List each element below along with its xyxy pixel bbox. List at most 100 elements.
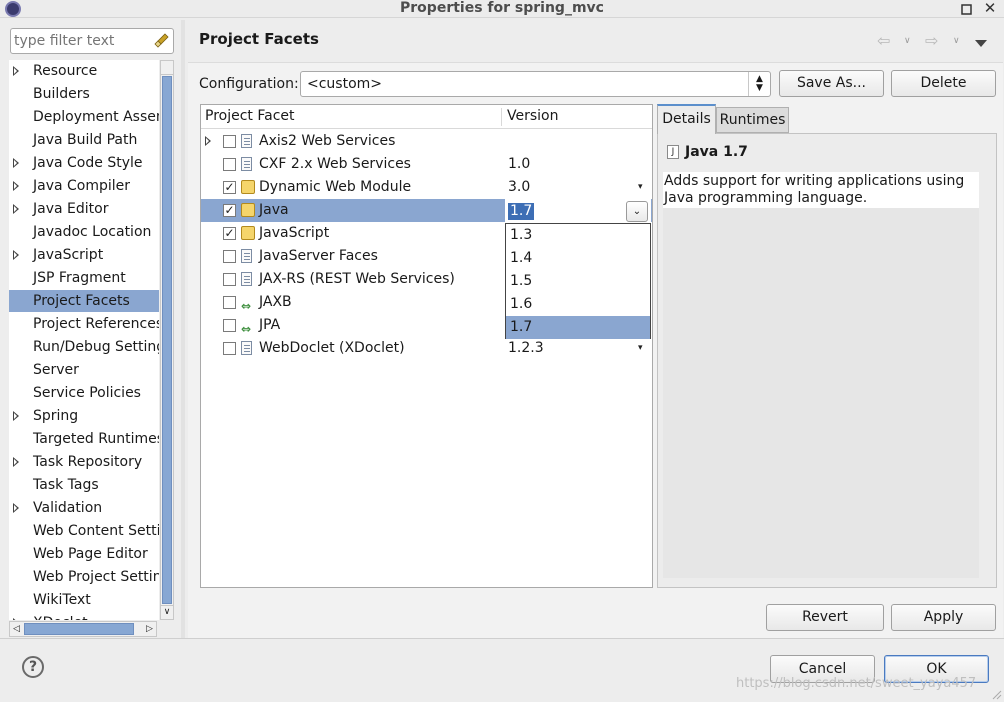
- tab-details[interactable]: Details: [657, 104, 716, 134]
- facet-checkbox[interactable]: [223, 135, 236, 148]
- expand-arrow-icon[interactable]: [13, 204, 19, 214]
- view-menu-icon[interactable]: [975, 40, 987, 47]
- version-option[interactable]: 1.7: [506, 316, 650, 339]
- facet-row[interactable]: ✓ Dynamic Web Module 3.0 ▾: [201, 176, 652, 199]
- sidebar-item[interactable]: Server: [9, 359, 159, 381]
- column-header-project-facet[interactable]: Project Facet: [205, 108, 295, 124]
- facet-checkbox[interactable]: [223, 250, 236, 263]
- version-combo-editor[interactable]: 1.7 ⌄: [505, 199, 651, 223]
- column-separator[interactable]: [501, 108, 502, 126]
- facet-row[interactable]: CXF 2.x Web Services 1.0: [201, 153, 652, 176]
- version-dropdown-list[interactable]: 1.3 1.4 1.5 1.6 1.7: [505, 223, 651, 339]
- revert-button[interactable]: Revert: [766, 604, 884, 631]
- version-editor-value[interactable]: 1.7: [508, 203, 535, 220]
- facet-checkbox[interactable]: ✓: [223, 181, 236, 194]
- sidebar-item[interactable]: JavaScript: [9, 244, 159, 266]
- expand-arrow-icon[interactable]: [13, 457, 19, 467]
- clear-filter-icon[interactable]: [153, 32, 170, 49]
- back-menu-chevron-icon[interactable]: ∨: [904, 36, 914, 46]
- sidebar-item[interactable]: Spring: [9, 405, 159, 427]
- scroll-right-arrow[interactable]: ▷: [143, 622, 156, 636]
- tab-runtimes[interactable]: Runtimes: [716, 107, 789, 133]
- close-icon[interactable]: ✕: [983, 0, 997, 18]
- sidebar-item[interactable]: Java Compiler: [9, 175, 159, 197]
- sidebar-item[interactable]: Task Repository: [9, 451, 159, 473]
- sidebar-item[interactable]: Task Tags: [9, 474, 159, 496]
- forward-menu-chevron-icon[interactable]: ∨: [953, 36, 963, 46]
- sidebar-item[interactable]: Javadoc Location: [9, 221, 159, 243]
- back-arrow-icon[interactable]: ⇦: [877, 33, 895, 49]
- sidebar-item[interactable]: Deployment Assem: [9, 106, 159, 128]
- version-option[interactable]: 1.5: [506, 270, 650, 293]
- facet-checkbox[interactable]: [223, 273, 236, 286]
- sidebar-item[interactable]: Service Policies: [9, 382, 159, 404]
- tree-vertical-scrollbar[interactable]: ∨: [160, 60, 174, 620]
- configuration-combo[interactable]: <custom> ▲ ▼: [300, 71, 771, 97]
- facet-checkbox[interactable]: ✓: [223, 204, 236, 217]
- expand-arrow-icon[interactable]: [13, 66, 19, 76]
- version-dropdown-icon[interactable]: ▾: [638, 337, 643, 360]
- expand-arrow-icon[interactable]: [13, 250, 19, 260]
- sidebar-item[interactable]: Web Content Settin: [9, 520, 159, 542]
- facet-version[interactable]: 1.0: [508, 153, 530, 176]
- sidebar-item[interactable]: Project References: [9, 313, 159, 335]
- forward-arrow-icon[interactable]: ⇨: [925, 33, 943, 49]
- version-option[interactable]: 1.4: [506, 247, 650, 270]
- sidebar-item[interactable]: Web Project Setting: [9, 566, 159, 588]
- facet-row[interactable]: Axis2 Web Services: [201, 130, 652, 153]
- sidebar-item[interactable]: Web Page Editor: [9, 543, 159, 565]
- expand-arrow-icon[interactable]: [13, 618, 19, 620]
- scroll-thumb-horizontal[interactable]: [24, 623, 134, 635]
- expand-arrow-icon[interactable]: [13, 411, 19, 421]
- facet-checkbox[interactable]: [223, 158, 236, 171]
- scroll-up-arrow[interactable]: [161, 61, 173, 75]
- save-as-button[interactable]: Save As...: [779, 70, 884, 97]
- pane-divider[interactable]: [181, 20, 185, 638]
- sidebar-item[interactable]: XDoclet: [9, 612, 159, 620]
- resize-grip-icon[interactable]: [990, 688, 1002, 700]
- sidebar-item[interactable]: Java Code Style: [9, 152, 159, 174]
- tree-horizontal-scrollbar[interactable]: ◁ ▷: [9, 621, 157, 637]
- sidebar-item[interactable]: Run/Debug Settings: [9, 336, 159, 358]
- scroll-thumb[interactable]: [162, 76, 172, 604]
- sidebar-item[interactable]: Validation: [9, 497, 159, 519]
- minimize-icon[interactable]: [961, 2, 973, 16]
- sidebar-item[interactable]: Java Editor: [9, 198, 159, 220]
- sidebar-item[interactable]: Resource: [9, 60, 159, 82]
- column-header-version[interactable]: Version: [507, 108, 558, 124]
- scroll-left-arrow[interactable]: ◁: [10, 622, 23, 636]
- facet-checkbox[interactable]: [223, 319, 236, 332]
- sidebar-item[interactable]: Builders: [9, 83, 159, 105]
- sidebar-item-label: Server: [33, 362, 79, 378]
- apply-button[interactable]: Apply: [891, 604, 996, 631]
- version-option[interactable]: 1.6: [506, 293, 650, 316]
- sidebar-item[interactable]: Targeted Runtimes: [9, 428, 159, 450]
- filter-input[interactable]: [14, 32, 154, 50]
- expand-arrow-icon[interactable]: [13, 158, 19, 168]
- facet-checkbox[interactable]: ✓: [223, 227, 236, 240]
- lock-icon: [241, 226, 255, 241]
- dropdown-chevron-icon[interactable]: ⌄: [626, 201, 648, 222]
- facet-version[interactable]: 3.0: [508, 176, 530, 199]
- facet-checkbox[interactable]: [223, 296, 236, 309]
- facet-name: Java: [259, 202, 289, 218]
- version-option[interactable]: 1.3: [506, 224, 650, 247]
- filter-field[interactable]: [10, 28, 174, 54]
- sidebar-item[interactable]: WikiText: [9, 589, 159, 611]
- properties-tree[interactable]: Resource Builders Deployment Assem Java Bui…: [9, 60, 159, 620]
- facet-checkbox[interactable]: [223, 342, 236, 355]
- version-dropdown-icon[interactable]: ▾: [638, 176, 643, 199]
- sidebar-item[interactable]: Project Facets: [9, 290, 159, 312]
- help-icon[interactable]: ?: [22, 656, 44, 678]
- facet-row[interactable]: WebDoclet (XDoclet) 1.2.3 ▾: [201, 337, 652, 360]
- sidebar-item[interactable]: JSP Fragment: [9, 267, 159, 289]
- expand-arrow-icon[interactable]: [13, 503, 19, 513]
- sidebar-item[interactable]: Java Build Path: [9, 129, 159, 151]
- expand-arrow-icon[interactable]: [205, 136, 211, 146]
- facets-table[interactable]: Project Facet Version Axis2 Web Services…: [200, 104, 653, 588]
- arrow-icon: ⇔: [241, 322, 252, 336]
- expand-arrow-icon[interactable]: [13, 181, 19, 191]
- scroll-down-arrow[interactable]: ∨: [161, 605, 173, 619]
- delete-button[interactable]: Delete: [891, 70, 996, 97]
- facet-version[interactable]: 1.2.3: [508, 337, 544, 360]
